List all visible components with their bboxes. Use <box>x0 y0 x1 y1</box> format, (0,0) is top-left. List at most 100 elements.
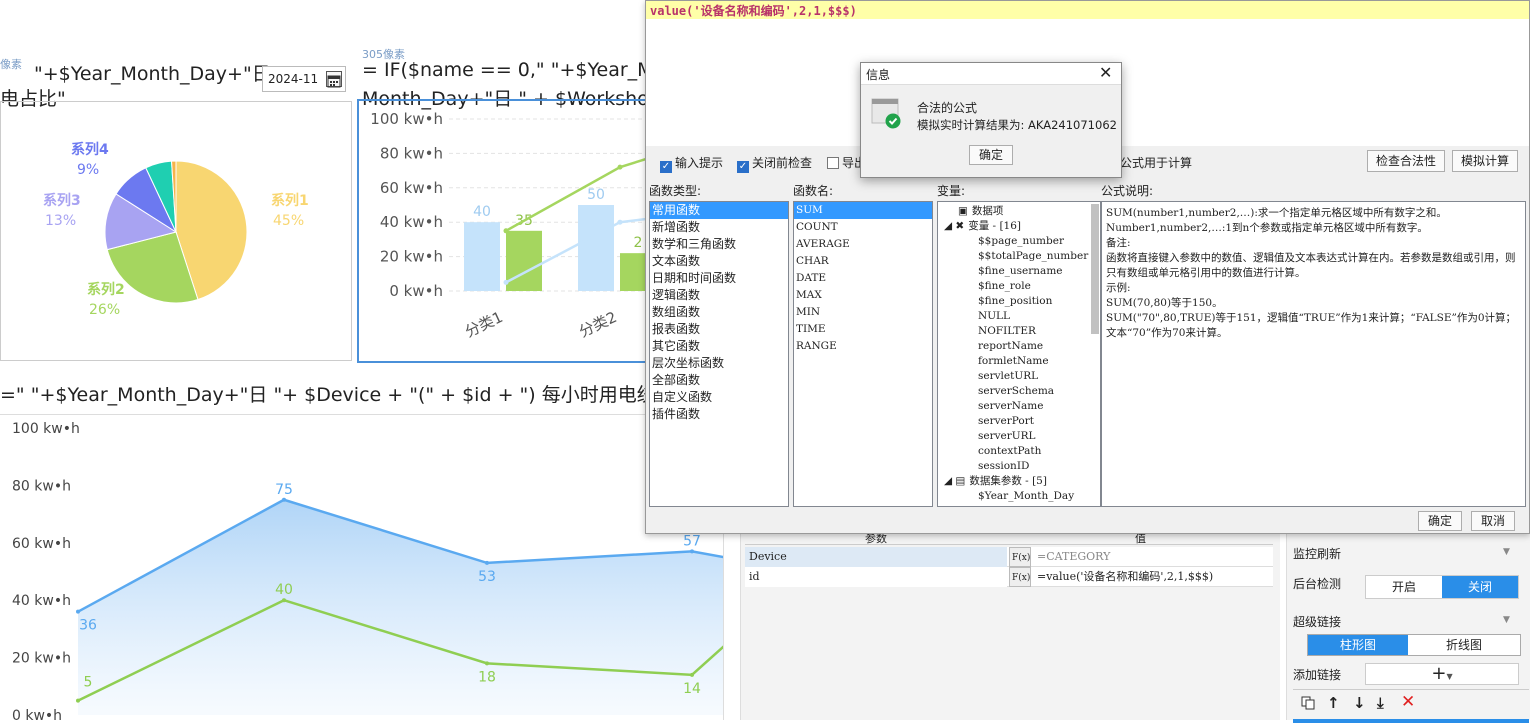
formula-cell-top-right[interactable]: = IF($name == 0," "+$Year_M <box>362 59 654 81</box>
bar-value-label: 40 <box>473 204 491 220</box>
check-validity-button[interactable]: 检查合法性 <box>1367 150 1445 172</box>
calendar-icon[interactable] <box>326 71 342 88</box>
chk-input-hint[interactable]: ✓ 输入提示 <box>660 154 723 173</box>
tree-ds-group-label: 数据集参数 - [5] <box>969 475 1047 487</box>
tree-var-item[interactable]: $$totalPage_number <box>938 249 1100 264</box>
func-name-item[interactable]: MIN <box>794 304 932 321</box>
func-name-item[interactable]: COUNT <box>794 219 932 236</box>
func-type-item[interactable]: 数组函数 <box>650 304 788 321</box>
checkbox-checked-icon[interactable]: ✓ <box>660 161 672 173</box>
tree-var-item[interactable]: NOFILTER <box>938 324 1100 339</box>
checkbox-checked-icon[interactable]: ✓ <box>737 161 749 173</box>
func-name-item[interactable]: SUM <box>794 202 932 219</box>
x-category-label: 分类1 <box>462 308 505 341</box>
line-point <box>690 549 694 554</box>
tree-var-item[interactable]: $fine_role <box>938 279 1100 294</box>
date-widget[interactable]: 2024-11 <box>262 66 346 92</box>
tree-var-item[interactable]: serverPort <box>938 414 1100 429</box>
move-bottom-icon[interactable]: ⤓ <box>1377 694 1384 712</box>
pie-chart-cell[interactable]: 系列1 45% 系列2 26% 系列3 13% 系列4 9% <box>0 101 352 361</box>
tree-var-item[interactable]: serverSchema <box>938 384 1100 399</box>
func-type-item[interactable]: 插件函数 <box>650 406 788 423</box>
toggle-on[interactable]: 开启 <box>1366 576 1442 598</box>
var-header: 变量: <box>937 184 966 198</box>
variable-tree[interactable]: ▣ 数据项 ◢ ✖ 变量 - [16] $$page_number $$totalPage… <box>937 201 1101 507</box>
line-point <box>76 609 80 614</box>
func-type-item[interactable]: 自定义函数 <box>650 389 788 406</box>
tree-var-item[interactable]: sessionID <box>938 459 1100 474</box>
tree-var-item[interactable]: servletURL <box>938 369 1100 384</box>
func-name-item[interactable]: MAX <box>794 287 932 304</box>
func-type-item[interactable]: 新增函数 <box>650 219 788 236</box>
bar <box>578 205 614 291</box>
bg-check-toggle[interactable]: 开启 关闭 <box>1365 575 1519 599</box>
success-icon <box>871 97 903 129</box>
add-link-button[interactable]: +▼ <box>1365 663 1519 685</box>
formula-fx-button[interactable]: F(x) <box>1009 567 1031 587</box>
param-row[interactable]: Device F(x) =CATEGORY <box>745 547 1273 567</box>
y-tick-label: 80 kw•h <box>380 144 443 162</box>
func-name-item[interactable]: CHAR <box>794 253 932 270</box>
arrow-down-icon[interactable]: ↓ <box>1353 694 1366 712</box>
tree-var-item[interactable]: $fine_position <box>938 294 1100 309</box>
tree-var-item[interactable]: formletName <box>938 354 1100 369</box>
func-name-item[interactable]: RANGE <box>794 338 932 355</box>
func-type-item[interactable]: 其它函数 <box>650 338 788 355</box>
formula-fx-button[interactable]: F(x) <box>1009 547 1031 567</box>
hyperlink-tabs[interactable]: 柱形图 折线图 <box>1307 634 1521 656</box>
func-name-item[interactable]: AVERAGE <box>794 236 932 253</box>
line-chart-cell[interactable]: 100 kw•h 80 kw•h 60 kw•h 40 kw•h 20 kw•h 0 kw… <box>0 414 724 720</box>
tree-ds-group[interactable]: ◢ ▤ 数据集参数 - [5] <box>938 474 1100 489</box>
param-row[interactable]: id F(x) =value('设备名称和编码',2,1,$$$) <box>745 567 1273 587</box>
tree-data-root[interactable]: ▣ 数据项 <box>938 204 1100 219</box>
param-name-cell[interactable]: id <box>745 567 1007 587</box>
tree-var-group[interactable]: ◢ ✖ 变量 - [16] <box>938 219 1100 234</box>
ok-button[interactable]: 确定 <box>1418 511 1462 531</box>
tree-ds-item[interactable]: $Year_Month_Day <box>938 489 1100 504</box>
func-type-item[interactable]: 常用函数 <box>650 202 788 219</box>
func-type-item[interactable]: 逻辑函数 <box>650 287 788 304</box>
point-value-label: 14 <box>683 681 701 697</box>
bar-chart-cell[interactable]: 100 kw•h 80 kw•h 60 kw•h 40 kw•h 20 kw•h 0 kw… <box>357 99 647 363</box>
cancel-button[interactable]: 取消 <box>1471 511 1515 531</box>
func-type-item[interactable]: 报表函数 <box>650 321 788 338</box>
tree-var-item[interactable]: serverURL <box>938 429 1100 444</box>
tree-var-item[interactable]: reportName <box>938 339 1100 354</box>
tab-line-chart[interactable]: 折线图 <box>1408 635 1520 655</box>
close-icon[interactable]: ✕ <box>1099 63 1112 82</box>
delete-icon[interactable]: ✕ <box>1401 692 1415 712</box>
arrow-up-icon[interactable]: ↑ <box>1327 694 1340 712</box>
func-type-item[interactable]: 全部函数 <box>650 372 788 389</box>
tree-var-item[interactable]: NULL <box>938 309 1100 324</box>
param-value-cell[interactable]: =value('设备名称和编码',2,1,$$$) <box>1033 567 1273 587</box>
scrollbar[interactable] <box>1091 204 1099 334</box>
chevron-down-icon[interactable]: ▼ <box>1503 547 1510 557</box>
formula-text[interactable]: value('设备名称和编码',2,1,$$$) <box>650 2 857 19</box>
func-type-item[interactable]: 日期和时间函数 <box>650 270 788 287</box>
chk-close-check[interactable]: ✓ 关闭前检查 <box>737 154 812 173</box>
toggle-off[interactable]: 关闭 <box>1442 576 1518 598</box>
tree-var-item[interactable]: $$page_number <box>938 234 1100 249</box>
param-value-cell[interactable]: =CATEGORY <box>1033 547 1273 567</box>
info-ok-button[interactable]: 确定 <box>969 145 1013 165</box>
tree-var-item[interactable]: $fine_username <box>938 264 1100 279</box>
func-type-list[interactable]: 常用函数 新增函数 数学和三角函数 文本函数 日期和时间函数 逻辑函数 数组函数 报表函数 其它… <box>649 201 789 507</box>
chevron-down-icon[interactable]: ▼ <box>1503 615 1510 625</box>
func-name-item[interactable]: DATE <box>794 270 932 287</box>
simulate-calc-button[interactable]: 模拟计算 <box>1452 150 1518 172</box>
formula-cell-bottom[interactable]: =" "+$Year_Month_Day+"日 "+ $Device + "("… <box>0 380 675 407</box>
checkbox-empty-icon[interactable] <box>827 157 839 169</box>
copy-icon[interactable] <box>1301 696 1315 713</box>
line-chart: 100 kw•h 80 kw•h 60 kw•h 40 kw•h 20 kw•h 0 kw… <box>12 421 723 720</box>
func-type-item[interactable]: 层次坐标函数 <box>650 355 788 372</box>
param-name-cell[interactable]: Device <box>745 547 1007 567</box>
info-dialog: 信息 ✕ 合法的公式 模拟实时计算结果为: AKA241071062 确定 <box>860 62 1122 178</box>
func-name-list[interactable]: SUM COUNT AVERAGE CHAR DATE MAX MIN TIME RANGE <box>793 201 933 507</box>
tree-var-item[interactable]: serverName <box>938 399 1100 414</box>
tree-var-item-label: formletName <box>978 355 1049 367</box>
func-type-item[interactable]: 数学和三角函数 <box>650 236 788 253</box>
func-type-item[interactable]: 文本函数 <box>650 253 788 270</box>
tab-bar-chart[interactable]: 柱形图 <box>1308 635 1408 655</box>
tree-var-item[interactable]: contextPath <box>938 444 1100 459</box>
func-name-item[interactable]: TIME <box>794 321 932 338</box>
